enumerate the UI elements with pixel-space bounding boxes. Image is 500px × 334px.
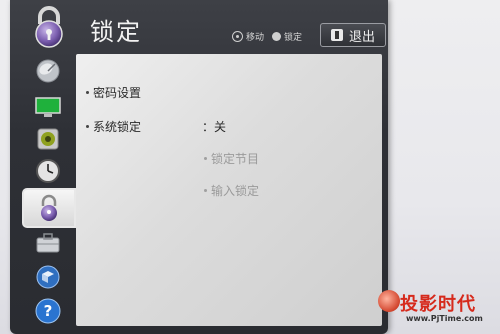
hint-move: 移动 [232, 30, 264, 43]
exit-key-icon [330, 29, 343, 41]
menu-item-input-lock: 输入锁定 [204, 182, 259, 199]
system-lock-value: ：关 [202, 118, 226, 135]
toolbox-icon [36, 233, 60, 253]
speaker-icon [37, 128, 59, 150]
tv-screen-icon [35, 97, 61, 117]
sidebar-item-audio[interactable] [22, 122, 74, 156]
watermark-url: www.PjTime.com [406, 314, 483, 323]
sidebar-item-network[interactable] [22, 260, 74, 294]
dpad-icon [232, 31, 243, 42]
menu-item-system-lock[interactable]: 系统锁定 [86, 118, 141, 135]
category-sidebar: ? [22, 54, 76, 334]
help-icon: ? [35, 298, 61, 324]
page-title: 锁定 [90, 18, 142, 46]
bullet-icon [204, 189, 207, 192]
brand-ball-icon [378, 290, 400, 312]
sidebar-item-time[interactable] [22, 154, 74, 188]
system-lock-label: 系统锁定 [93, 120, 142, 134]
password-setting-label: 密码设置 [93, 86, 142, 100]
hint-lock-label: 锁定 [284, 33, 303, 43]
bullet-icon [86, 125, 89, 128]
clock-icon [36, 159, 60, 183]
satellite-dish-icon [36, 59, 60, 83]
settings-panel: 密码设置 系统锁定 ：关 锁定节目 输入锁定 [76, 54, 382, 326]
sidebar-item-lock[interactable] [22, 188, 76, 228]
padlock-icon [41, 194, 57, 221]
menu-header: 锁定 移动 锁定 退出 [10, 0, 388, 52]
exit-button-label: 退出 [348, 29, 375, 45]
sidebar-item-picture[interactable] [22, 90, 74, 124]
svg-text:?: ? [44, 302, 53, 320]
exit-button[interactable]: 退出 [320, 23, 386, 47]
watermark-brand: 投影时代 [400, 294, 476, 315]
lock-program-label: 锁定节目 [211, 152, 260, 166]
bullet-icon [86, 91, 89, 94]
hint-move-label: 移动 [246, 33, 265, 43]
sidebar-item-option[interactable] [22, 226, 74, 260]
menu-item-password-setting[interactable]: 密码设置 [86, 84, 141, 101]
sidebar-item-help[interactable]: ? [22, 294, 74, 328]
network-cube-icon [36, 265, 60, 289]
watermark-logo: 投影时代 www.PjTime.com [378, 288, 498, 332]
bullet-icon [204, 157, 207, 160]
input-lock-label: 输入锁定 [211, 184, 260, 198]
hint-lock: 锁定 [272, 30, 302, 43]
menu-item-lock-program: 锁定节目 [204, 150, 259, 167]
ok-button-icon [272, 32, 281, 41]
padlock-icon [35, 6, 63, 48]
sidebar-item-channel[interactable] [22, 54, 74, 88]
system-lock-value-text: ：关 [202, 120, 227, 134]
